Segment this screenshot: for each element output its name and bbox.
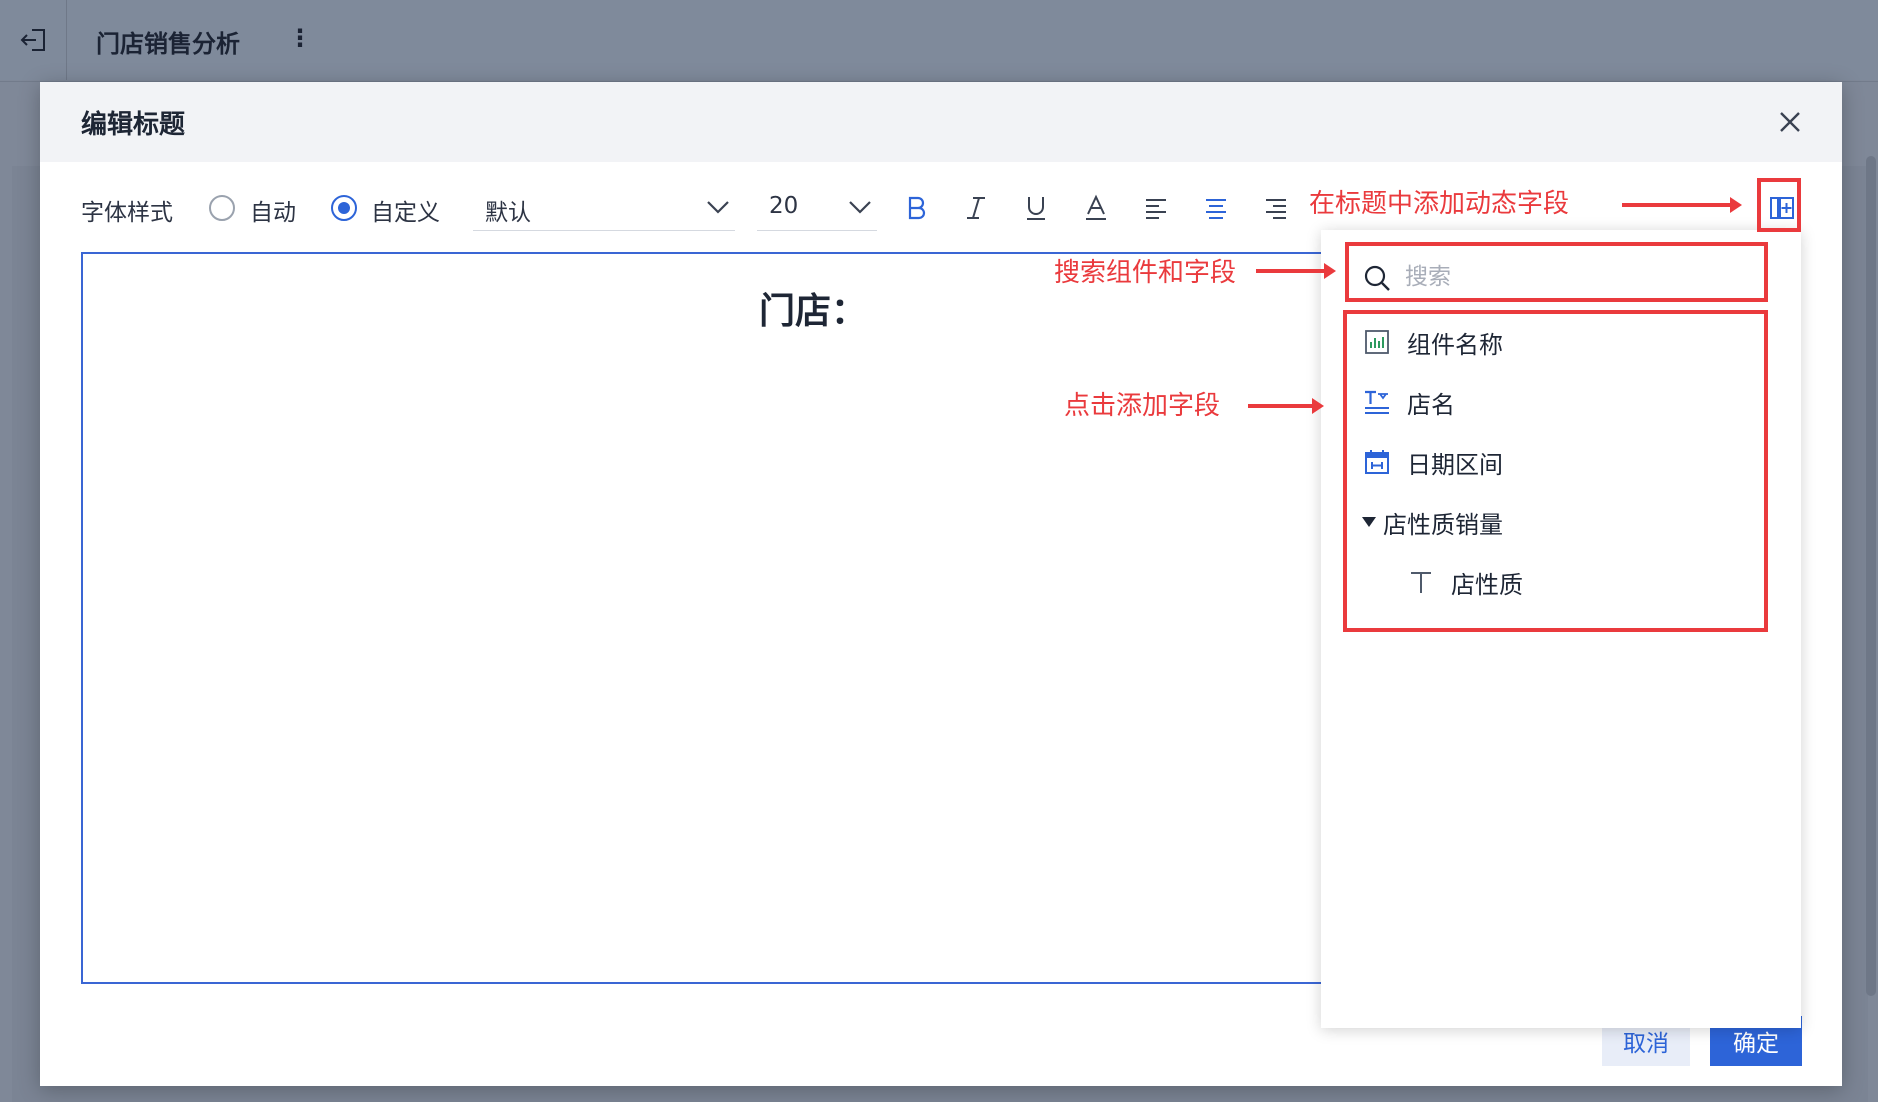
font-family-value: 默认 — [485, 200, 531, 226]
more-icon[interactable]: ⋮ — [288, 24, 312, 52]
font-family-select[interactable]: 默认 — [473, 184, 735, 231]
italic-icon[interactable] — [960, 192, 992, 224]
font-style-label: 字体样式 — [81, 200, 173, 226]
report-title: 门店销售分析 — [96, 30, 240, 58]
annotation-box-search — [1345, 242, 1768, 302]
annotation-arrow — [1256, 263, 1336, 279]
radio-auto-label: 自动 — [250, 200, 296, 226]
align-left-icon[interactable] — [1140, 192, 1172, 224]
bold-icon[interactable] — [900, 192, 932, 224]
annotation-box-add-field — [1757, 178, 1801, 232]
dialog-title: 编辑标题 — [81, 110, 186, 140]
exit-icon[interactable] — [18, 24, 50, 56]
annotation-box-fields — [1343, 310, 1768, 632]
font-size-value: 20 — [769, 193, 799, 219]
annotation-arrow — [1622, 197, 1742, 213]
chevron-down-icon — [849, 201, 871, 214]
chevron-down-icon — [707, 201, 729, 214]
close-icon[interactable] — [1776, 108, 1804, 136]
annotation-search-fields: 搜索组件和字段 — [1054, 258, 1237, 288]
underline-icon[interactable] — [1020, 192, 1052, 224]
app-topbar: 门店销售分析 ⋮ — [0, 0, 1878, 80]
font-color-icon[interactable] — [1080, 192, 1112, 224]
annotation-click-add-field: 点击添加字段 — [1064, 391, 1221, 421]
dialog-header: 编辑标题 — [40, 82, 1842, 162]
topbar-divider — [66, 0, 67, 80]
radio-auto[interactable] — [209, 195, 235, 221]
radio-custom-label: 自定义 — [371, 200, 440, 226]
annotation-arrow — [1248, 398, 1324, 414]
font-size-select[interactable]: 20 — [757, 184, 877, 231]
radio-custom[interactable] — [331, 195, 357, 221]
annotation-add-dynamic-field: 在标题中添加动态字段 — [1309, 189, 1570, 219]
app-scrollbar[interactable] — [1866, 156, 1876, 996]
align-center-icon[interactable] — [1200, 192, 1232, 224]
align-right-icon[interactable] — [1260, 192, 1292, 224]
